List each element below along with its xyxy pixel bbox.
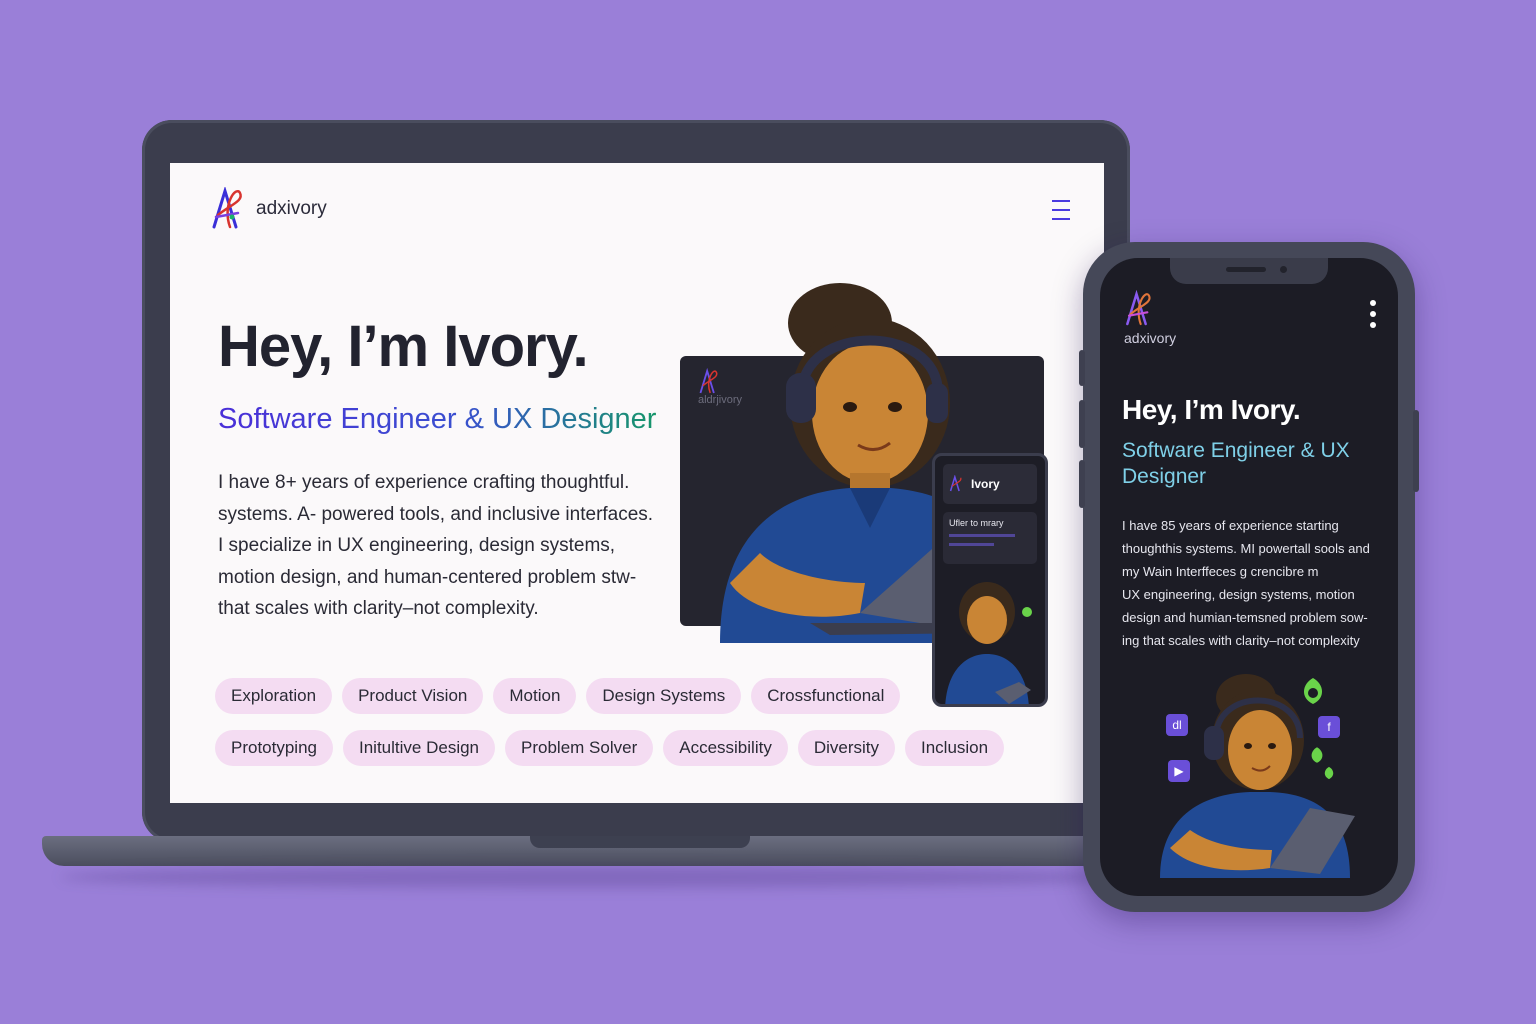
laptop-notch [530,836,750,848]
skill-tag[interactable]: Design Systems [586,678,742,714]
bio-line: design and humian-temsned problem sow- [1122,610,1368,625]
skill-tags-row: Exploration Product Vision Motion Design… [215,678,901,714]
brand-logo-icon [949,475,962,492]
bio-line: my Wain Interffeces g crencibre m [1122,564,1319,579]
skill-tags-row: Prototyping Initultive Design Problem So… [215,730,1005,766]
bio-line: UX engineering, design systems, motion [1122,587,1355,602]
bio-paragraph: I have 8+ years of experience crafting t… [218,467,688,625]
page-subtitle: Software Engineer & UX Designer [218,403,657,435]
bio-line: ing that scales with clarity–not complex… [1122,633,1360,648]
mini-phone-card: Ufler to mrary [943,512,1037,564]
skill-tag[interactable]: Diversity [797,730,895,766]
mobile-page-title: Hey, I’m Ivory. [1122,394,1301,425]
desktop-logo[interactable]: adxivory [210,187,327,231]
skill-tag[interactable]: Problem Solver [505,730,654,766]
skill-tag[interactable]: Initultive Design [343,730,496,766]
brand-logo-icon [212,187,242,229]
laptop-shadow [60,866,1120,888]
bio-line: systems. A- powered tools, and inclusive… [218,503,654,525]
skill-tag[interactable]: Exploration [215,678,333,714]
bio-line: I have 8+ years of experience crafting t… [218,472,630,493]
mini-avatar-illustration [945,582,1032,704]
phone-side-button [1079,350,1085,386]
bio-line: I specialize in UX engineering, design s… [218,535,616,556]
desktop-screen: adxivory Hey, I’m Ivory. Software Engine… [170,163,1104,803]
kebab-icon[interactable] [1370,300,1376,333]
bio-line: I have 85 years of experience starting [1122,518,1339,533]
hamburger-icon[interactable] [1052,200,1070,227]
bio-line: thoughthis systems. MI powertall sools a… [1122,541,1370,556]
page-title: Hey, I’m Ivory. [218,314,589,379]
mini-phone-header: Ivory [943,464,1037,504]
skill-tag[interactable]: Inclusion [905,730,1005,766]
bio-line: motion design, and human-centered proble… [218,566,637,588]
mobile-avatar-illustration [1160,674,1355,878]
bio-line: that scales with clarity–not complexity. [218,598,539,619]
phone-volume-button [1079,460,1085,508]
phone-power-button [1413,410,1419,492]
mini-phone-card-text: Ufler to mrary [949,518,1004,528]
mobile-brand-name: adxivory [1124,330,1177,346]
skill-tag[interactable]: Product Vision [342,678,484,714]
phone-volume-button [1079,400,1085,448]
skill-tag[interactable]: Accessibility [663,730,788,766]
mobile-screen: adxivory Hey, I’m Ivory. Software Engine… [1100,258,1398,896]
mobile-page-subtitle: Software Engineer & UX Designer [1122,439,1350,488]
illustration-mini-phone: Ivory Ufler to mrary [932,453,1048,707]
desktop-brand-name: adxivory [256,198,327,219]
phone-notch [1170,258,1328,284]
mini-phone-name: Ivory [971,477,1000,491]
skill-tag[interactable]: Motion [493,678,577,714]
mobile-bio-paragraph: I have 85 years of experience starting t… [1122,514,1387,652]
brand-logo-icon[interactable] [1124,290,1154,328]
skill-tag[interactable]: Crossfunctional [751,678,901,714]
skill-tag[interactable]: Prototyping [215,730,333,766]
